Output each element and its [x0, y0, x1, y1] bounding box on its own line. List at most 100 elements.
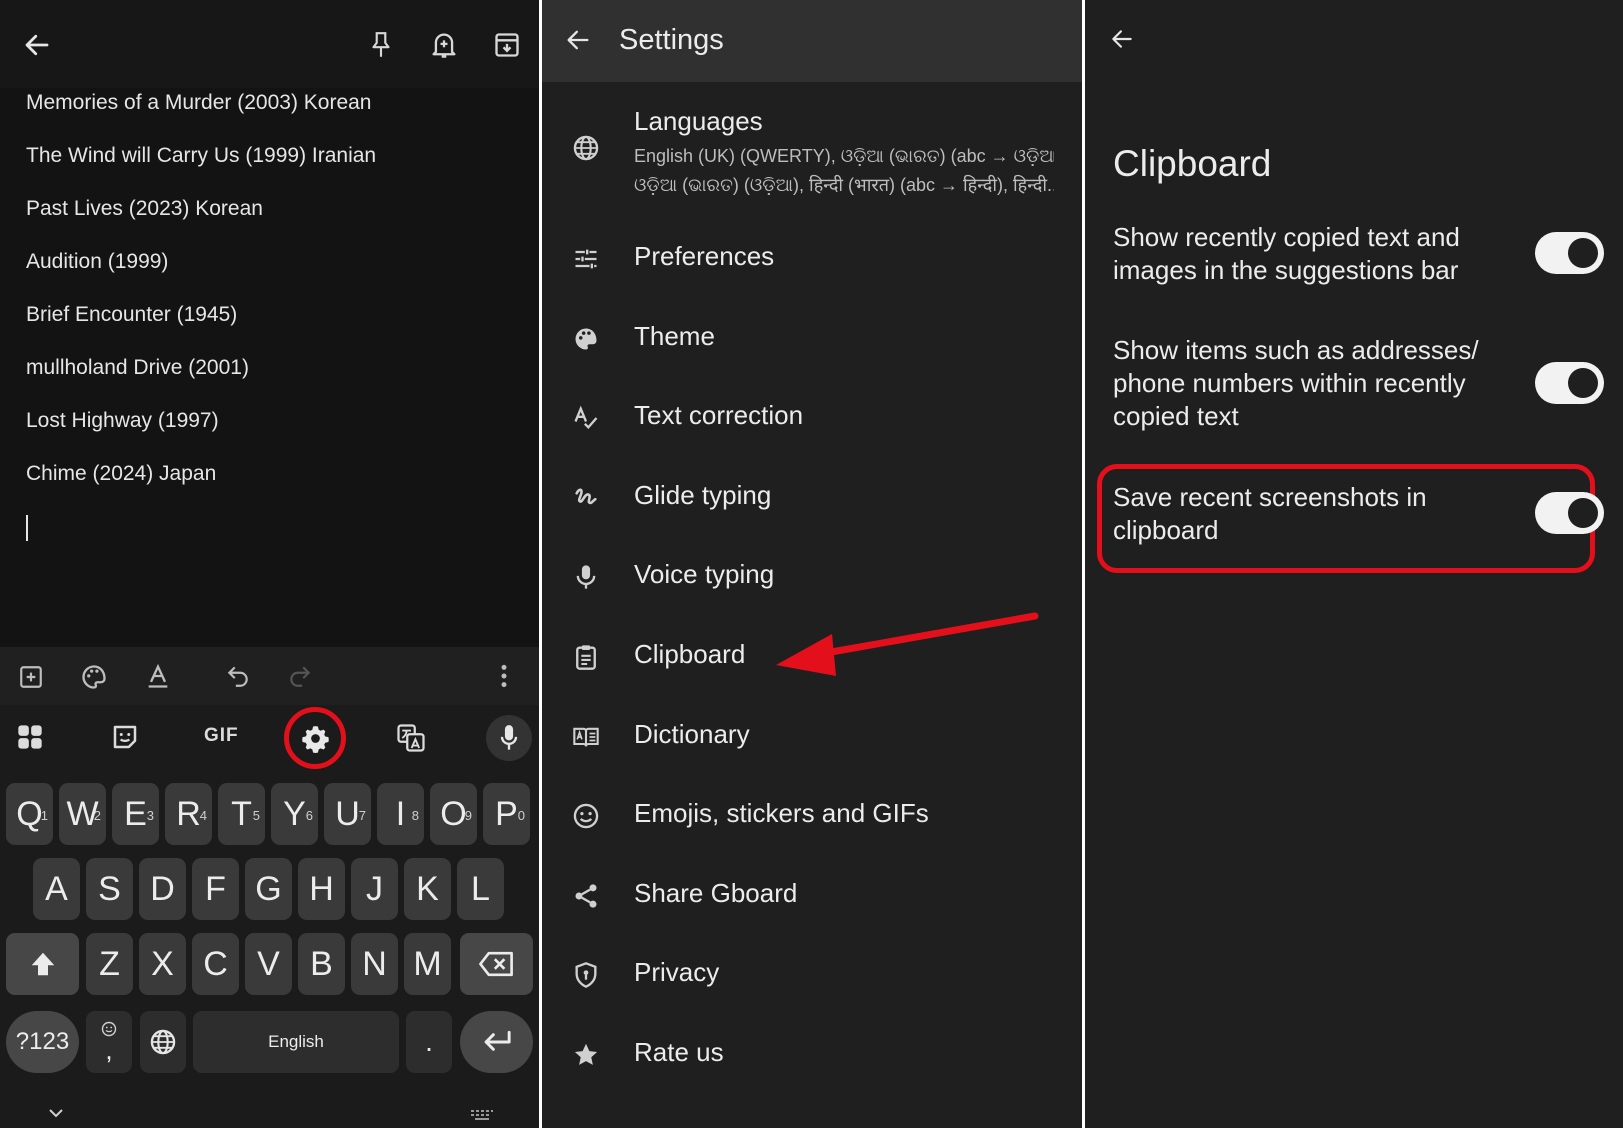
key-f[interactable]: F	[192, 858, 239, 920]
symbols-key[interactable]: ?123	[6, 1011, 79, 1073]
shift-key[interactable]	[6, 933, 79, 995]
key-label: P	[495, 795, 518, 833]
pin-icon[interactable]	[368, 30, 394, 60]
settings-item-languages[interactable]: Languages English (UK) (QWERTY), ଓଡ଼ିଆ (…	[542, 96, 1082, 208]
key-d[interactable]: D	[139, 858, 186, 920]
add-box-icon[interactable]	[18, 664, 44, 690]
key-q[interactable]: Q1	[6, 783, 53, 845]
key-x[interactable]: X	[139, 933, 186, 995]
key-i[interactable]: I8	[377, 783, 424, 845]
gif-button[interactable]: GIF	[204, 725, 239, 747]
key-o[interactable]: O9	[430, 783, 477, 845]
settings-item-glide-typing[interactable]: Glide typing	[542, 460, 1082, 536]
key-e[interactable]: E3	[112, 783, 159, 845]
settings-item-emojis-stickers-and-gifs[interactable]: Emojis, stickers and GIFs	[542, 778, 1082, 854]
back-arrow-icon[interactable]	[22, 30, 52, 60]
key-t[interactable]: T5	[218, 783, 265, 845]
note-line-2: The Wind will Carry Us (1999) Iranian	[26, 144, 377, 167]
settings-item-privacy[interactable]: Privacy	[542, 937, 1082, 1013]
comma-label: ,	[105, 1035, 113, 1065]
key-label: I	[395, 795, 406, 833]
redo-icon[interactable]	[286, 663, 314, 689]
key-a[interactable]: A	[33, 858, 80, 920]
key-g[interactable]: G	[245, 858, 292, 920]
key-v[interactable]: V	[245, 933, 292, 995]
enter-key[interactable]	[460, 1011, 533, 1073]
back-arrow-icon[interactable]	[564, 26, 592, 54]
key-label: R	[176, 795, 201, 833]
translate-icon[interactable]	[396, 723, 426, 753]
key-label: S	[98, 870, 121, 908]
key-l[interactable]: L	[457, 858, 504, 920]
key-label: H	[309, 870, 334, 908]
key-n[interactable]: N	[351, 933, 398, 995]
show-addresses-toggle[interactable]	[1535, 362, 1604, 404]
palette-icon[interactable]	[80, 663, 108, 691]
settings-item-theme[interactable]: Theme	[542, 301, 1082, 377]
keyboard-switch-icon[interactable]	[470, 1109, 494, 1121]
note-line-4: Audition (1999)	[26, 250, 169, 273]
star-icon	[572, 1041, 600, 1069]
note-line-7: Lost Highway (1997)	[26, 409, 219, 432]
undo-icon[interactable]	[224, 663, 252, 689]
language-key[interactable]	[140, 1011, 186, 1073]
note-toolbar	[0, 0, 539, 88]
settings-panel: Settings Languages English (UK) (QWERTY)…	[542, 0, 1082, 1128]
key-z[interactable]: Z	[86, 933, 133, 995]
mic-icon	[572, 563, 600, 591]
key-w[interactable]: W2	[59, 783, 106, 845]
back-arrow-icon[interactable]	[1109, 26, 1135, 52]
text-format-icon[interactable]	[144, 662, 172, 690]
key-label: O	[440, 795, 467, 833]
languages-summary-line-1: English (UK) (QWERTY), ଓଡ଼ିଆ (ଭାରତ) (abc…	[634, 146, 1054, 166]
settings-item-text-correction[interactable]: Text correction	[542, 380, 1082, 456]
collapse-keyboard-chevron-icon[interactable]	[48, 1107, 64, 1119]
key-label: U	[335, 795, 360, 833]
key-b[interactable]: B	[298, 933, 345, 995]
settings-item-rate-us[interactable]: Rate us	[542, 1017, 1082, 1093]
key-hint-number: 7	[358, 808, 366, 823]
key-s[interactable]: S	[86, 858, 133, 920]
period-key[interactable]: .	[406, 1011, 452, 1073]
key-h[interactable]: H	[298, 858, 345, 920]
apps-grid-icon[interactable]	[16, 723, 44, 751]
key-r[interactable]: R4	[165, 783, 212, 845]
key-label: M	[413, 945, 442, 983]
key-c[interactable]: C	[192, 933, 239, 995]
key-label: Y	[283, 795, 306, 833]
more-vert-icon[interactable]	[498, 663, 510, 689]
sticker-icon[interactable]	[110, 722, 140, 752]
show-recently-copied-toggle[interactable]	[1535, 232, 1604, 274]
reminder-bell-icon[interactable]	[430, 30, 458, 60]
annotation-arrow	[762, 610, 1042, 685]
settings-gear-icon[interactable]	[301, 724, 330, 753]
key-k[interactable]: K	[404, 858, 451, 920]
key-y[interactable]: Y6	[271, 783, 318, 845]
emoji-comma-key[interactable]: ,	[86, 1011, 132, 1073]
save-screenshots-toggle[interactable]	[1535, 492, 1604, 534]
key-m[interactable]: M	[404, 933, 451, 995]
show-addresses-label: Show items such as addresses/ phone numb…	[1113, 335, 1479, 431]
settings-item-label: Rate us	[634, 1037, 724, 1067]
note-format-toolbar	[0, 647, 539, 705]
space-key[interactable]: English	[193, 1011, 399, 1073]
backspace-key[interactable]	[460, 933, 533, 995]
voice-input-button[interactable]	[486, 715, 532, 761]
key-label: A	[45, 870, 68, 908]
key-u[interactable]: U7	[324, 783, 371, 845]
key-hint-number: 0	[517, 808, 525, 823]
settings-item-dictionary[interactable]: Dictionary	[542, 699, 1082, 775]
key-hint-number: 2	[93, 808, 101, 823]
toggle-knob	[1568, 368, 1598, 398]
key-j[interactable]: J	[351, 858, 398, 920]
settings-item-voice-typing[interactable]: Voice typing	[542, 539, 1082, 615]
key-label: J	[366, 870, 383, 908]
key-p[interactable]: P0	[483, 783, 530, 845]
settings-item-label: Clipboard	[634, 639, 746, 669]
archive-icon[interactable]	[493, 31, 521, 59]
settings-item-share-gboard[interactable]: Share Gboard	[542, 858, 1082, 934]
gboard-keyboard: GIF ?123 , English . Q 1 W 2 E 3 R 4 T 5…	[0, 647, 539, 1128]
settings-item-preferences[interactable]: Preferences	[542, 221, 1082, 297]
languages-summary-line-2: ଓଡ଼ିଆ (ଭାରତ) (ଓଡ଼ିଆ), हिन्दी (भारत) (abc…	[634, 175, 1054, 195]
sliders-icon	[572, 245, 600, 273]
